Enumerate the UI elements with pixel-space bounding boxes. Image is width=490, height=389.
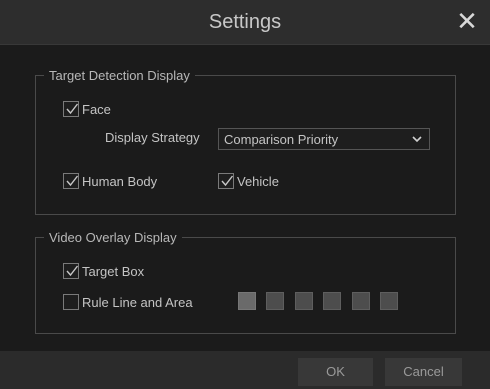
face-option[interactable]: Face: [63, 101, 111, 117]
human-body-checkbox[interactable]: [63, 173, 79, 189]
chevron-down-icon: [412, 136, 422, 143]
close-icon[interactable]: ✕: [452, 6, 482, 36]
rule-line-area-checkbox[interactable]: [63, 294, 79, 310]
ok-button[interactable]: OK: [298, 358, 373, 386]
settings-dialog: Settings ✕ Target Detection Display Face…: [0, 0, 490, 389]
display-strategy-label: Display Strategy: [105, 130, 200, 145]
target-detection-legend: Target Detection Display: [49, 68, 190, 83]
vehicle-label: Vehicle: [237, 173, 279, 189]
color-swatch-6[interactable]: [380, 292, 398, 310]
color-swatch-1[interactable]: [238, 292, 256, 310]
color-swatch-2[interactable]: [266, 292, 284, 310]
dialog-footer: OK Cancel: [0, 351, 490, 389]
video-overlay-legend: Video Overlay Display: [49, 230, 177, 245]
cancel-button[interactable]: Cancel: [385, 358, 462, 386]
checkmark-icon: [66, 175, 79, 187]
title-bar: Settings ✕: [0, 0, 490, 45]
checkmark-icon: [66, 103, 79, 115]
vehicle-checkbox[interactable]: [218, 173, 234, 189]
rule-line-area-option[interactable]: Rule Line and Area: [63, 294, 193, 310]
checkmark-icon: [221, 175, 234, 187]
human-body-label: Human Body: [82, 173, 158, 189]
display-strategy-value: Comparison Priority: [224, 132, 339, 147]
video-overlay-group: Video Overlay Display: [35, 230, 456, 334]
display-strategy-select[interactable]: Comparison Priority: [218, 128, 430, 150]
human-body-option[interactable]: Human Body: [63, 173, 157, 189]
display-strategy-row: Display Strategy: [105, 130, 200, 145]
target-box-option[interactable]: Target Box: [63, 263, 144, 279]
checkmark-icon: [66, 265, 79, 277]
face-label: Face: [82, 101, 111, 117]
color-swatch-5[interactable]: [352, 292, 370, 310]
dialog-title: Settings: [208, 11, 282, 33]
face-checkbox[interactable]: [63, 101, 79, 117]
color-swatch-3[interactable]: [295, 292, 313, 310]
rule-line-area-label: Rule Line and Area: [82, 294, 193, 310]
target-box-checkbox[interactable]: [63, 263, 79, 279]
target-box-label: Target Box: [82, 263, 145, 279]
vehicle-option[interactable]: Vehicle: [218, 173, 279, 189]
color-swatch-4[interactable]: [323, 292, 341, 310]
